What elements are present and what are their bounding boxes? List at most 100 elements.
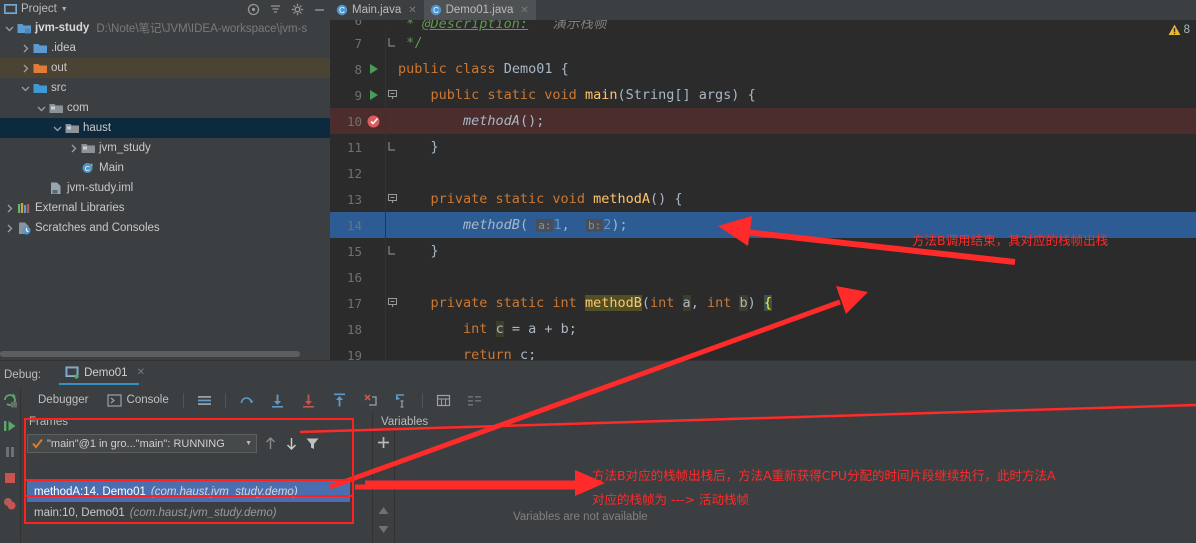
scroll-down-icon[interactable] [377,524,390,535]
tree-item-label: Main [99,162,124,174]
debug-session-tab[interactable]: Demo01 ✕ [59,366,151,385]
close-icon[interactable]: ✕ [520,5,528,16]
java-class-icon: C [82,163,93,173]
param-hint-a: a: [536,219,554,232]
chevron-right-icon[interactable] [20,63,31,74]
chevron-right-icon[interactable] [20,43,31,54]
param2-type: int [706,295,732,311]
fold-end-icon[interactable] [387,141,398,152]
settings-gear-icon[interactable] [291,3,304,16]
variables-toolbar [373,431,395,543]
frames-scrollbar[interactable] [355,458,368,539]
console-label: Console [126,394,169,406]
chevron-down-icon[interactable] [52,123,63,134]
variables-message: Variables are not available [513,511,648,523]
close-icon[interactable]: ✕ [408,5,416,16]
plus-icon[interactable] [376,435,391,450]
tree-item-out[interactable]: out [0,58,330,78]
inspection-warning-badge[interactable]: 8 [1168,24,1190,36]
tree-item-haust[interactable]: haust [0,118,330,138]
chevron-down-icon[interactable] [4,23,15,34]
tree-item-label: src [51,82,67,94]
mute-breakpoints-icon[interactable] [467,393,482,408]
tree-item-scratches-and-consoles[interactable]: Scratches and Consoles [0,218,330,238]
tree-item-jvm-study-iml[interactable]: jvm-study.iml [0,178,330,198]
tree-item-com[interactable]: com [0,98,330,118]
scrollbar-thumb[interactable] [0,351,300,357]
chevron-right-icon[interactable] [4,203,15,214]
layout-settings-icon[interactable] [197,393,212,408]
fold-collapse-icon[interactable] [387,193,398,204]
code-line-13: 13 private static void methodA() { [330,186,1196,212]
scroll-up-icon[interactable] [377,505,390,516]
project-panel-toolbar [247,0,326,18]
brace: } [430,243,439,259]
debug-toolbar: Debugger Console [21,388,1196,412]
tab-console[interactable]: Console [98,388,178,412]
drop-frame-icon[interactable] [363,393,378,408]
tab-debugger[interactable]: Debugger [29,388,98,412]
toolbar-separator [421,392,423,408]
method-methodA: methodA [593,191,650,207]
rerun-icon[interactable] [2,392,18,408]
force-step-into-icon[interactable] [301,393,316,408]
expr: = a + b; [511,321,577,337]
view-breakpoints-icon[interactable] [2,496,18,512]
folder-orange-icon [33,64,47,73]
resume-program-icon[interactable] [2,418,18,434]
tab-label: Main.java [352,4,402,16]
tree-item--idea[interactable]: .idea [0,38,330,58]
run-arrow-icon[interactable] [366,87,382,103]
chevron-right-icon[interactable] [68,143,79,154]
fold-end-icon[interactable] [387,245,398,256]
close-icon[interactable]: ✕ [137,367,145,378]
chevron-right-icon[interactable] [4,223,15,234]
editor-tab-main[interactable]: C Main.java ✕ [330,0,424,20]
run-arrow-icon[interactable] [366,61,382,77]
code-editor[interactable]: 6 * @Description: 演示栈帧 7 */ 8 public cla… [330,10,1196,360]
param2-name: b [739,295,748,311]
fold-collapse-icon[interactable] [387,297,398,308]
project-tree-hscrollbar[interactable] [0,349,310,358]
main-params: String[] args [625,87,732,103]
arg-a: 1 [553,217,562,233]
fold-end-icon[interactable] [387,37,398,48]
project-tree[interactable]: jvm-study D:\Note\笔记\JVM\IDEA-workspace\j… [0,18,330,346]
tree-item-main[interactable]: C Main [0,158,330,178]
tree-item-jvm-study[interactable]: jvm-study D:\Note\笔记\JVM\IDEA-workspace\j… [0,18,330,38]
chevron-down-icon[interactable]: ▼ [61,6,68,13]
line-number: 13 [346,191,362,207]
step-over-icon[interactable] [239,393,254,408]
tree-item-label: External Libraries [35,202,125,214]
code-line-10: 10 methodA(); [330,108,1196,134]
stop-icon[interactable] [2,470,18,486]
step-out-icon[interactable] [332,393,347,408]
param1-name: a [682,295,691,311]
project-panel-header: Project ▼ [0,0,330,18]
run-to-cursor-icon[interactable] [394,393,409,408]
fold-collapse-icon[interactable] [387,89,398,100]
editor-tab-demo01[interactable]: C Demo01.java ✕ [423,0,536,20]
param1-type: int [650,295,675,311]
tree-item-jvm-study[interactable]: jvm_study [0,138,330,158]
var-c: c [495,321,504,337]
line-number: 9 [354,87,362,103]
evaluate-expression-icon[interactable] [436,393,451,408]
idea-window: Project ▼ jvm-study D:\Note\笔记\JVM\IDEA-… [0,0,1196,543]
decl-tail: () { [650,191,683,207]
collapse-all-icon[interactable] [269,3,282,16]
brace: { [560,61,569,77]
svg-text:C: C [339,6,345,15]
chevron-down-icon[interactable] [20,83,31,94]
breakpoint-verified-icon[interactable] [366,113,382,129]
chevron-down-icon[interactable] [36,103,47,114]
minimize-icon[interactable] [313,3,326,16]
tab-label: Demo01.java [445,4,514,16]
pause-program-icon[interactable] [2,444,18,460]
tree-item-external-libraries[interactable]: External Libraries [0,198,330,218]
locate-icon[interactable] [247,3,260,16]
kw-class: class [454,61,496,77]
step-into-icon[interactable] [270,393,285,408]
code-line-9: 9 public static void main(String[] args)… [330,82,1196,108]
tree-item-src[interactable]: src [0,78,330,98]
